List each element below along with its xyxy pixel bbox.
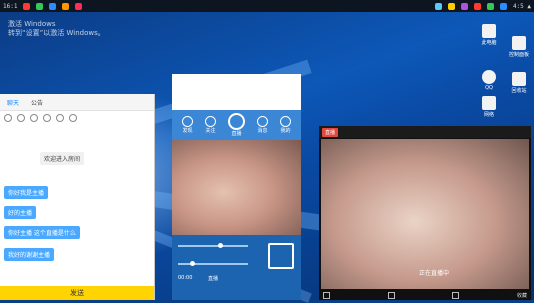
app-nav-bar: 发现 关注 直播 消息 我的 (172, 110, 301, 140)
viewer-window: 直播 正在直播中 收藏 (319, 126, 531, 300)
this-pc-icon (482, 24, 496, 38)
chat-message: 你好主播 这个直播是什么 (4, 226, 80, 239)
desktop-icon-label: 控制面板 (508, 52, 529, 58)
tab-notice[interactable]: 公告 (28, 97, 46, 108)
video-app-window: 发现 关注 直播 消息 我的 00:00 直播 (172, 74, 301, 300)
app-controls: 00:00 直播 (172, 235, 301, 300)
progress-slider[interactable] (178, 261, 248, 266)
chat-toolbar (0, 111, 154, 125)
desktop-icon-qq[interactable]: QQ (478, 70, 500, 91)
app-icon-yellow[interactable] (447, 2, 455, 10)
app-icon-pink[interactable] (75, 2, 83, 10)
desktop-icon-recycle-bin[interactable]: 回收站 (508, 72, 530, 94)
desktop-icon-control-panel[interactable]: 控制面板 (508, 36, 530, 58)
watermark-line: 激活 Windows (8, 20, 56, 28)
screenshot-icon[interactable] (43, 114, 51, 122)
app-icon-cyan[interactable] (434, 2, 442, 10)
volume-icon[interactable] (387, 291, 395, 299)
favorite-button[interactable]: 收藏 (517, 292, 527, 299)
nav-item[interactable]: 消息 (257, 116, 268, 134)
app-icon-blue-2[interactable] (499, 2, 507, 10)
live-icon (228, 113, 245, 130)
control-panel-icon (512, 36, 526, 50)
viewer-title-bar: 直播 (319, 126, 531, 138)
settings-icon[interactable] (452, 291, 460, 299)
profile-icon (280, 116, 291, 127)
nav-item[interactable]: 发现 (182, 116, 193, 134)
nav-label: 我的 (280, 128, 291, 134)
chat-tabs: 聊天 公告 (0, 94, 154, 111)
gift-icon[interactable] (56, 114, 64, 122)
app-icon-red-2[interactable] (473, 2, 481, 10)
desktop-icon-label: 网络 (483, 112, 494, 118)
viewer-footer: 收藏 (319, 290, 531, 300)
send-button[interactable]: 发送 (0, 286, 154, 300)
nav-item[interactable]: 关注 (205, 116, 216, 134)
taskbar: 16:1 4:5 ▲ (0, 0, 534, 12)
app-icon-red[interactable] (23, 2, 31, 10)
emoji-icon[interactable] (4, 114, 12, 122)
desktop-icon-network[interactable]: 网络 (478, 96, 500, 118)
watermark-line: 转到“设置”以激活 Windows。 (8, 29, 105, 37)
activation-watermark: 激活 Windows 转到“设置”以激活 Windows。 (8, 20, 105, 38)
tray-label: 4:5 ▲ (512, 2, 531, 10)
record-button[interactable]: 直播 (322, 127, 339, 137)
ctrl-label: 直播 (208, 276, 219, 282)
recycle-bin-icon (512, 72, 526, 86)
slider-knob[interactable] (190, 261, 195, 266)
desktop-icon-this-pc[interactable]: 此电脑 (478, 24, 500, 46)
tab-chat[interactable]: 聊天 (4, 97, 22, 108)
desktop-icon-label: 回收站 (511, 88, 527, 94)
nav-label: 发现 (182, 128, 193, 134)
desktop-icon-label: QQ (485, 85, 493, 91)
fullscreen-icon[interactable] (268, 243, 294, 269)
app-icon-green[interactable] (36, 2, 44, 10)
message-icon (257, 116, 268, 127)
history-icon[interactable] (69, 114, 77, 122)
viewer-video-frame[interactable] (321, 139, 529, 289)
image-icon[interactable] (17, 114, 25, 122)
nav-item[interactable]: 我的 (280, 116, 291, 134)
viewer-caption: 正在直播中 (419, 270, 450, 277)
app-top-area (172, 74, 301, 110)
app-video-frame[interactable] (172, 140, 301, 235)
nav-label: 关注 (205, 128, 216, 134)
app-icon-green-2[interactable] (486, 2, 494, 10)
taskbar-clock: 16:1 (3, 2, 18, 10)
qq-icon (482, 70, 496, 84)
follow-icon (205, 116, 216, 127)
time-readout: 00:00 (178, 275, 193, 281)
chat-message: 好的主播 (4, 206, 37, 219)
discover-icon (182, 116, 193, 127)
network-icon (482, 96, 496, 110)
chat-message: 欢迎进入房间 (40, 152, 85, 165)
volume-slider[interactable] (178, 243, 248, 248)
chat-window: 聊天 公告 欢迎进入房间 你好我是主播 好的主播 你好主播 这个直播是什么 我好… (0, 94, 155, 300)
app-icon-orange[interactable] (62, 2, 70, 10)
app-icon-purple[interactable] (460, 2, 468, 10)
nav-item[interactable]: 直播 (228, 113, 245, 137)
chat-message: 我好的谢谢主播 (4, 248, 55, 261)
slider-knob[interactable] (218, 243, 223, 248)
chat-message: 你好我是主播 (4, 186, 49, 199)
app-icon-blue[interactable] (49, 2, 57, 10)
file-icon[interactable] (30, 114, 38, 122)
desktop-icon-label: 此电脑 (481, 40, 497, 46)
nav-label: 消息 (257, 128, 268, 134)
play-icon[interactable] (323, 291, 330, 299)
nav-label: 直播 (231, 131, 242, 137)
